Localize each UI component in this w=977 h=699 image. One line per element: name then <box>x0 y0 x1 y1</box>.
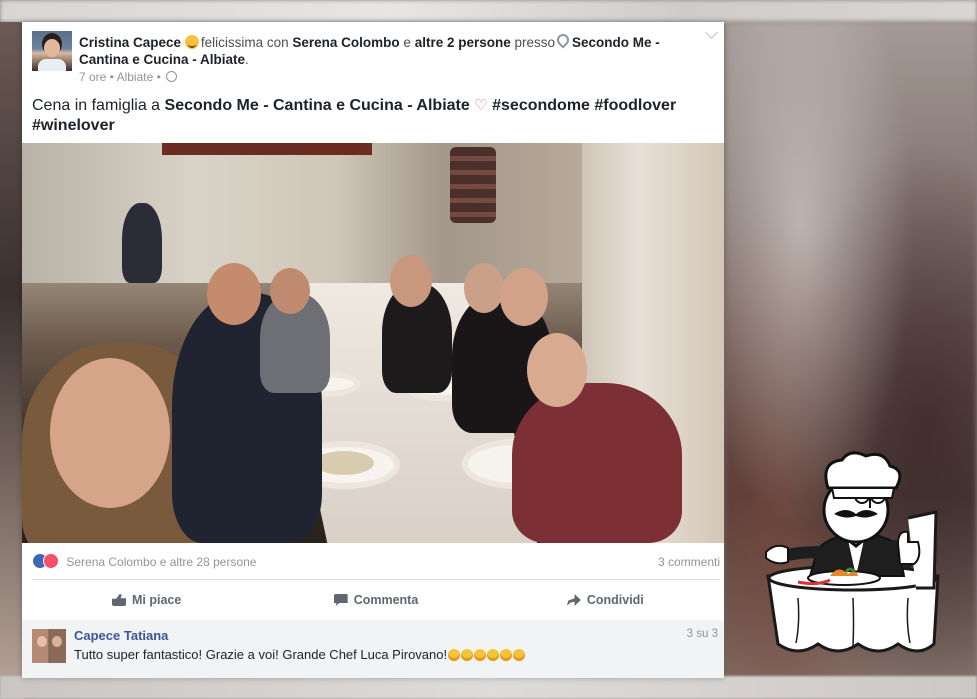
commenter-avatar[interactable] <box>32 629 66 663</box>
post-header: Cristina Capece felicissima con Serena C… <box>22 22 724 88</box>
blurred-bottom-strip <box>0 676 977 699</box>
post-meta: 7 ore • Albiate • <box>79 70 178 84</box>
blurred-top-strip <box>0 0 977 22</box>
divider <box>32 579 720 580</box>
comment-text: Tutto super fantastico! Grazie a voi! Gr… <box>74 647 526 662</box>
heart-emoji-icon: ♡ <box>474 97 488 114</box>
grin-emoji-icon <box>461 649 474 661</box>
share-button[interactable]: Condividi <box>491 582 720 618</box>
comment: Capece Tatiana 3 su 3 Tutto super fantas… <box>22 620 724 678</box>
comments-count-link[interactable]: 3 commenti <box>658 555 720 569</box>
post-header-line: Cristina Capece felicissima con Serena C… <box>79 31 669 68</box>
photo-person-face <box>207 263 261 325</box>
reactors-link[interactable]: Serena Colombo e altre 28 persone <box>66 555 256 569</box>
commenter-name-link[interactable]: Capece Tatiana <box>74 628 168 643</box>
smile-emoji-icon <box>487 649 500 661</box>
thumb-up-icon <box>112 594 126 606</box>
photo-person-face <box>390 255 432 307</box>
post-text-prefix: Cena in famiglia a <box>32 97 161 114</box>
chef-mascot-illustration <box>765 451 940 653</box>
blurred-left-strip <box>0 22 24 699</box>
comment-body: Tutto super fantastico! Grazie a voi! Gr… <box>74 647 448 662</box>
photo-wine-rack <box>450 147 496 223</box>
smile-emoji-icon <box>513 649 526 661</box>
photo-person-face <box>270 268 310 314</box>
post-photo[interactable] <box>22 143 724 543</box>
photo-person-face <box>527 333 587 407</box>
facebook-post-card: Cristina Capece felicissima con Serena C… <box>22 22 724 678</box>
grin-emoji-icon <box>448 649 461 661</box>
author-name-link[interactable]: Cristina Capece <box>79 35 181 50</box>
post-location[interactable]: Albiate <box>117 70 154 84</box>
share-arrow-icon <box>566 594 581 606</box>
post-time[interactable]: 7 ore <box>79 70 106 84</box>
post-text-place-link[interactable]: Secondo Me - Cantina e Cucina - Albiate <box>165 97 470 114</box>
grin-emoji-icon <box>474 649 487 661</box>
feeling-emoji-icon <box>184 35 199 49</box>
chevron-down-icon[interactable] <box>705 26 718 39</box>
photo-ceiling-beam <box>162 143 372 155</box>
like-button-label: Mi piace <box>132 593 182 607</box>
comment-icon <box>333 594 348 606</box>
photo-person-face <box>464 263 504 313</box>
comment-button-label: Commenta <box>353 593 419 607</box>
globe-icon <box>166 71 178 82</box>
comment-counter: 3 su 3 <box>686 628 718 640</box>
smile-emoji-icon <box>500 649 513 661</box>
photo-person <box>122 203 162 283</box>
period-text: . <box>245 52 249 67</box>
post-text: Cena in famiglia a Secondo Me - Cantina … <box>32 96 712 136</box>
love-reaction-icon <box>43 553 59 569</box>
share-button-label: Condividi <box>586 593 644 607</box>
at-text: presso <box>514 35 556 50</box>
post-actions: Mi piace Commenta Condividi <box>32 582 720 618</box>
conjunction-text: e <box>403 35 411 50</box>
author-avatar[interactable] <box>32 31 72 71</box>
pin-icon <box>554 31 572 49</box>
comment-button[interactable]: Commenta <box>261 582 490 618</box>
photo-person-face <box>50 358 170 508</box>
feeling-text: felicissima con <box>200 35 289 50</box>
reactions-bar: Serena Colombo e altre 28 persone 3 comm… <box>32 553 720 575</box>
photo-person <box>512 383 682 543</box>
tagged-others-link[interactable]: altre 2 persone <box>415 35 511 50</box>
photo-person-face <box>500 268 548 326</box>
like-button[interactable]: Mi piace <box>32 582 261 618</box>
tagged-friend-link[interactable]: Serena Colombo <box>292 35 399 50</box>
photo-food <box>314 451 374 475</box>
